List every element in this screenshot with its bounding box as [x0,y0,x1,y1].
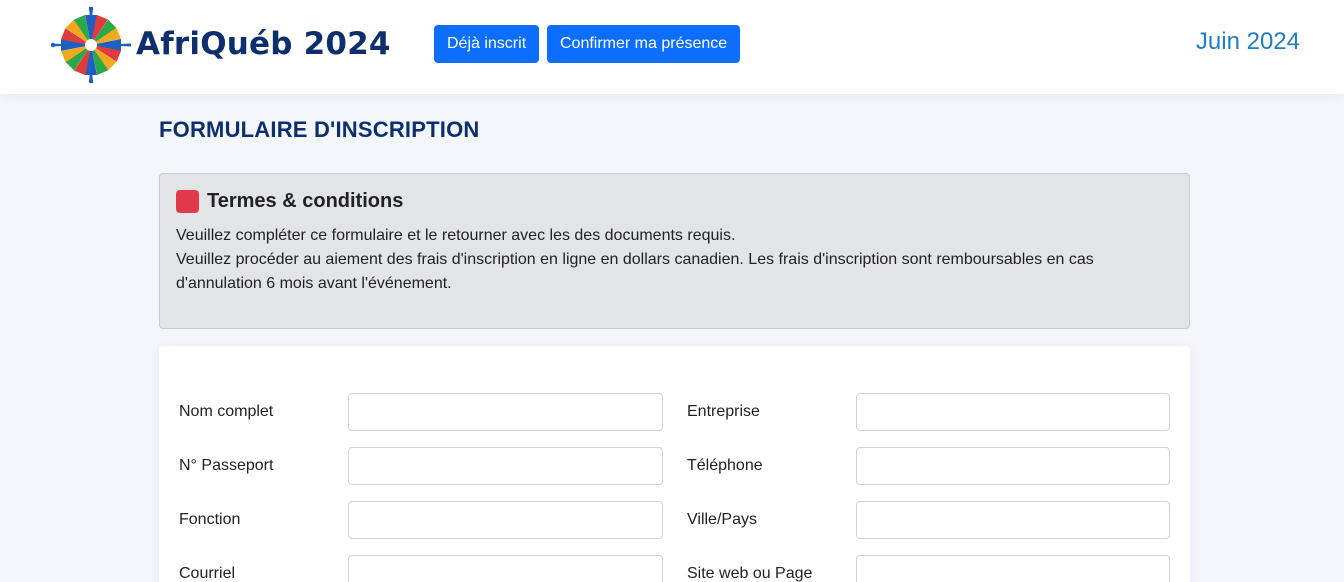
already-registered-button[interactable]: Déjà inscrit [434,25,539,63]
full-name-input[interactable] [348,393,663,431]
form-row: Courriel Site web ou Page [179,555,1170,582]
terms-line-1: Veuillez compléter ce formulaire et le r… [176,227,736,244]
terms-line-2: Veuillez procéder au aiement des frais d… [176,251,1094,292]
event-date: Juin 2024 [1195,28,1300,55]
registration-form: Nom complet Entreprise N° Passeport Télé… [159,346,1190,582]
function-input[interactable] [348,501,663,539]
terms-header: Termes & conditions [176,190,1173,213]
form-row: Fonction Ville/Pays [179,501,1170,539]
email-label: Courriel [179,565,236,582]
page-title: FORMULAIRE D'INSCRIPTION [159,117,480,142]
city-country-label: Ville/Pays [687,511,757,528]
city-country-input[interactable] [856,501,1170,539]
full-name-label: Nom complet [179,403,274,420]
function-label: Fonction [179,511,241,528]
terms-text: Veuillez compléter ce formulaire et le r… [176,224,1173,296]
brand-title[interactable]: AfriQuéb 2024 [136,26,391,62]
passport-input[interactable] [348,447,663,485]
terms-conditions-box: Termes & conditions Veuillez compléter c… [159,173,1190,329]
red-square-icon [176,190,199,213]
passport-label: N° Passeport [179,457,274,474]
company-label: Entreprise [687,403,760,420]
company-input[interactable] [856,393,1170,431]
phone-input[interactable] [856,447,1170,485]
compass-star-logo-icon[interactable] [50,6,132,84]
terms-title: Termes & conditions [207,190,404,212]
form-row: Nom complet Entreprise [179,393,1170,431]
site-header: AfriQuéb 2024 Déjà inscrit Confirmer ma … [0,0,1344,94]
website-input[interactable] [856,555,1170,582]
email-input[interactable] [348,555,663,582]
phone-label: Téléphone [687,457,763,474]
website-label: Site web ou Page [687,565,813,582]
form-row: N° Passeport Téléphone [179,447,1170,485]
confirm-presence-button[interactable]: Confirmer ma présence [547,25,740,63]
